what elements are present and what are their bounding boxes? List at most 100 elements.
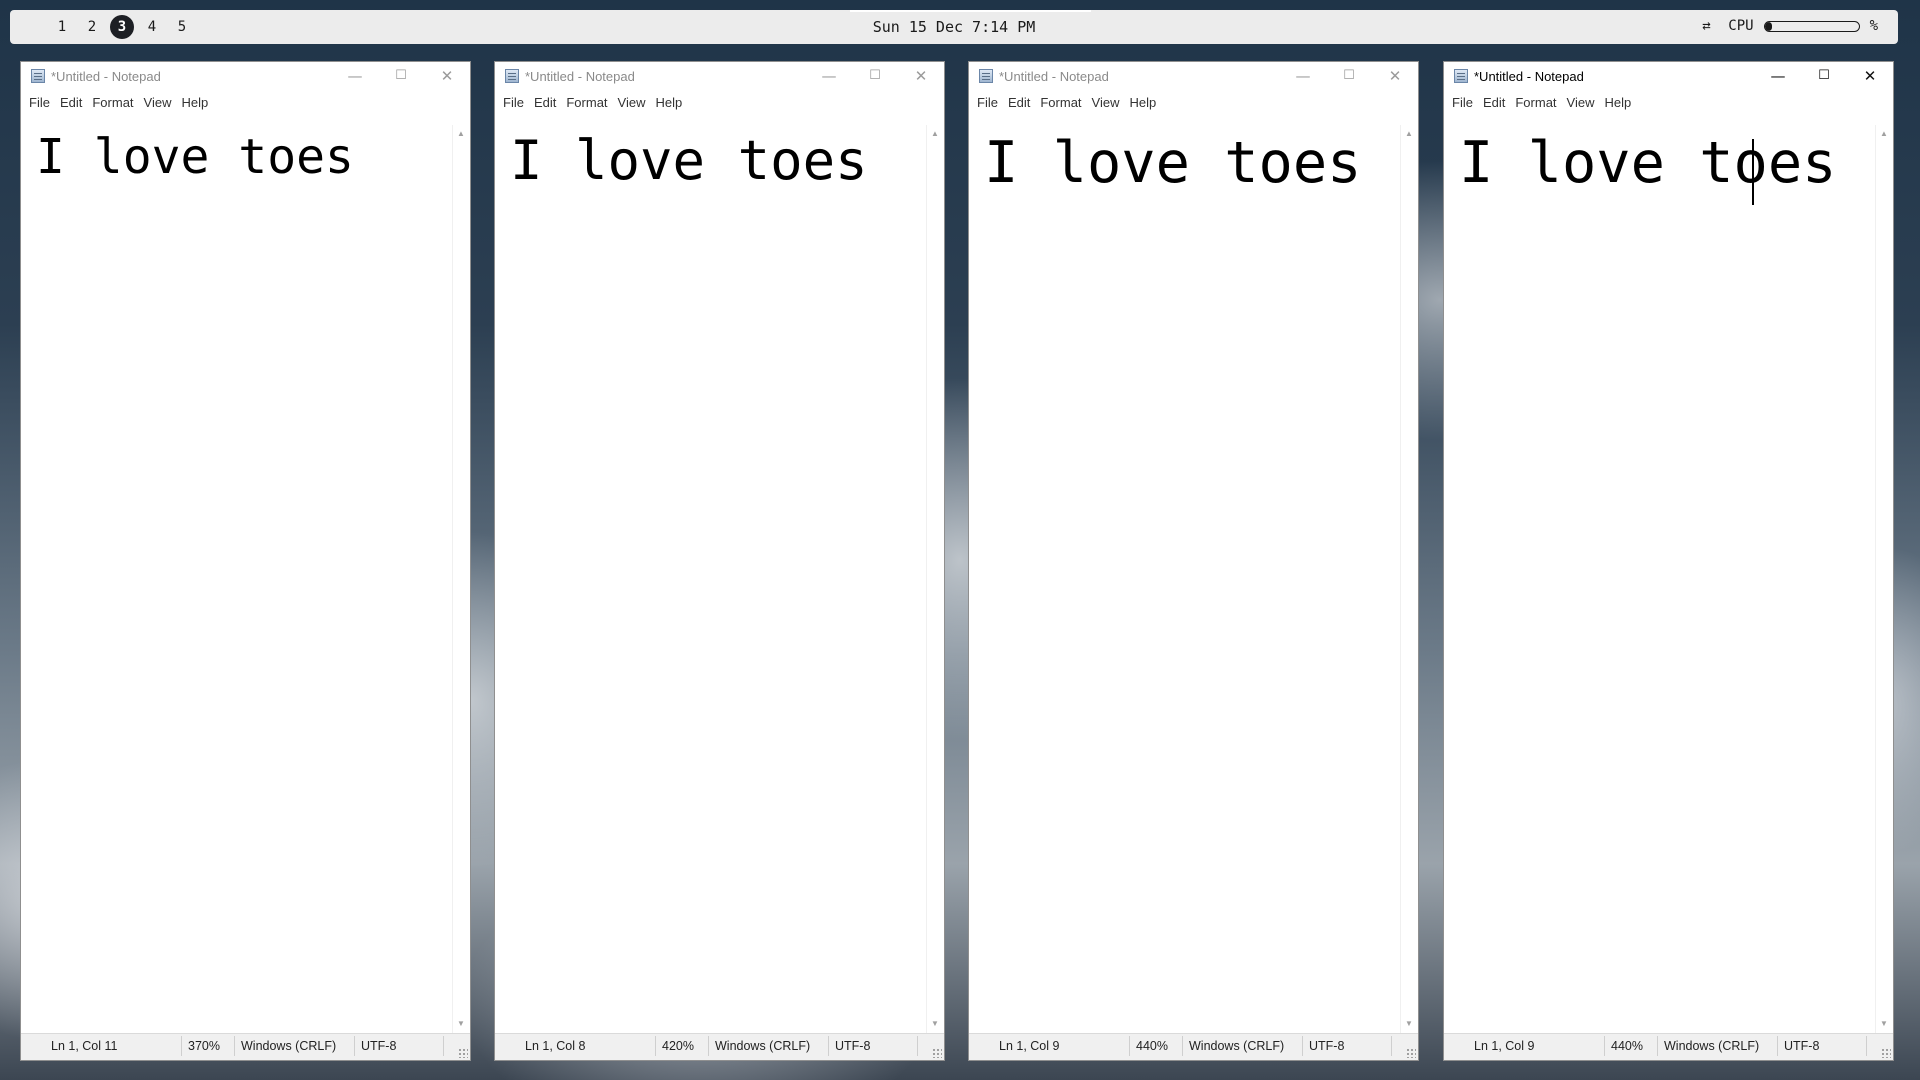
scroll-down-icon[interactable]: ▼ bbox=[1876, 1017, 1892, 1031]
cursor-position: Ln 1, Col 11 bbox=[51, 1039, 118, 1053]
menu-view[interactable]: View bbox=[1567, 91, 1603, 113]
resize-grip-icon[interactable] bbox=[932, 1048, 942, 1058]
close-icon[interactable]: ✕ bbox=[898, 62, 944, 90]
close-icon[interactable]: ✕ bbox=[1372, 62, 1418, 90]
status-divider bbox=[1604, 1036, 1605, 1056]
minimize-icon[interactable]: — bbox=[1755, 62, 1801, 90]
editor-content[interactable]: I love toes bbox=[36, 129, 354, 187]
status-divider bbox=[1657, 1036, 1658, 1056]
menu-help[interactable]: Help bbox=[655, 91, 690, 113]
notepad-icon[interactable] bbox=[505, 69, 519, 83]
menu-help[interactable]: Help bbox=[1129, 91, 1164, 113]
vertical-scrollbar[interactable]: ▲ ▼ bbox=[452, 125, 469, 1033]
text-editor[interactable]: I love toes bbox=[22, 125, 452, 1033]
cursor-position: Ln 1, Col 9 bbox=[999, 1039, 1060, 1053]
status-divider bbox=[354, 1036, 355, 1056]
clock[interactable]: Sun 15 Dec 7:14 PM bbox=[10, 18, 1898, 36]
minimize-icon[interactable]: — bbox=[332, 62, 378, 90]
title-bar[interactable]: *Untitled - Notepad — ☐ ✕ bbox=[21, 62, 470, 90]
window-title: *Untitled - Notepad bbox=[999, 69, 1109, 84]
title-bar[interactable]: *Untitled - Notepad — ☐ ✕ bbox=[1444, 62, 1893, 90]
close-icon[interactable]: ✕ bbox=[1847, 62, 1893, 90]
cpu-percent-symbol: % bbox=[1869, 18, 1878, 34]
menu-view[interactable]: View bbox=[1092, 91, 1128, 113]
status-divider bbox=[1302, 1036, 1303, 1056]
scroll-up-icon[interactable]: ▲ bbox=[1401, 127, 1417, 141]
maximize-icon[interactable]: ☐ bbox=[1801, 62, 1847, 90]
text-editor[interactable]: I love toes bbox=[970, 125, 1400, 1033]
line-ending: Windows (CRLF) bbox=[1189, 1039, 1285, 1053]
text-editor[interactable]: I love toes bbox=[496, 125, 926, 1033]
menu-file[interactable]: File bbox=[29, 91, 58, 113]
menu-bar: File Edit Format View Help bbox=[969, 91, 1418, 113]
menu-format[interactable]: Format bbox=[1040, 91, 1089, 113]
scroll-down-icon[interactable]: ▼ bbox=[1401, 1017, 1417, 1031]
minimize-icon[interactable]: — bbox=[1280, 62, 1326, 90]
resize-grip-icon[interactable] bbox=[1881, 1048, 1891, 1058]
status-divider bbox=[1391, 1036, 1392, 1056]
menu-edit[interactable]: Edit bbox=[1483, 91, 1513, 113]
editor-content[interactable]: I love toes bbox=[510, 129, 868, 194]
zoom-level: 440% bbox=[1136, 1039, 1168, 1053]
vertical-scrollbar[interactable]: ▲ ▼ bbox=[1400, 125, 1417, 1033]
notepad-icon[interactable] bbox=[31, 69, 45, 83]
zoom-level: 440% bbox=[1611, 1039, 1643, 1053]
top-bar: 1 2 3 4 5 Sun 15 Dec 7:14 PM ⇄ CPU % bbox=[10, 10, 1898, 44]
status-bar: Ln 1, Col 9 440% Windows (CRLF) UTF-8 bbox=[969, 1033, 1418, 1060]
line-ending: Windows (CRLF) bbox=[1664, 1039, 1760, 1053]
menu-edit[interactable]: Edit bbox=[60, 91, 90, 113]
scroll-up-icon[interactable]: ▲ bbox=[1876, 127, 1892, 141]
text-editor[interactable]: I love toes bbox=[1445, 125, 1875, 1033]
title-bar[interactable]: *Untitled - Notepad — ☐ ✕ bbox=[495, 62, 944, 90]
cursor-position: Ln 1, Col 9 bbox=[1474, 1039, 1535, 1053]
resize-grip-icon[interactable] bbox=[458, 1048, 468, 1058]
menu-view[interactable]: View bbox=[144, 91, 180, 113]
title-bar[interactable]: *Untitled - Notepad — ☐ ✕ bbox=[969, 62, 1418, 90]
scroll-up-icon[interactable]: ▲ bbox=[927, 127, 943, 141]
line-ending: Windows (CRLF) bbox=[241, 1039, 337, 1053]
menu-view[interactable]: View bbox=[618, 91, 654, 113]
scroll-down-icon[interactable]: ▼ bbox=[453, 1017, 469, 1031]
notepad-icon[interactable] bbox=[979, 69, 993, 83]
scroll-up-icon[interactable]: ▲ bbox=[453, 127, 469, 141]
menu-file[interactable]: File bbox=[503, 91, 532, 113]
menu-edit[interactable]: Edit bbox=[1008, 91, 1038, 113]
line-ending: Windows (CRLF) bbox=[715, 1039, 811, 1053]
topbar-highlight bbox=[850, 10, 1091, 12]
notepad-window-1[interactable]: *Untitled - Notepad — ☐ ✕ File Edit Form… bbox=[20, 61, 471, 1061]
minimize-icon[interactable]: — bbox=[806, 62, 852, 90]
swap-arrows-icon[interactable]: ⇄ bbox=[1702, 18, 1718, 34]
editor-content[interactable]: I love toes bbox=[984, 129, 1362, 197]
maximize-icon[interactable]: ☐ bbox=[852, 62, 898, 90]
menu-help[interactable]: Help bbox=[181, 91, 216, 113]
menu-edit[interactable]: Edit bbox=[534, 91, 564, 113]
cpu-usage-fill bbox=[1764, 21, 1773, 31]
resize-grip-icon[interactable] bbox=[1406, 1048, 1416, 1058]
notepad-icon[interactable] bbox=[1454, 69, 1468, 83]
maximize-icon[interactable]: ☐ bbox=[378, 62, 424, 90]
window-title: *Untitled - Notepad bbox=[1474, 69, 1584, 84]
menu-format[interactable]: Format bbox=[92, 91, 141, 113]
status-divider bbox=[917, 1036, 918, 1056]
menu-help[interactable]: Help bbox=[1604, 91, 1639, 113]
menu-file[interactable]: File bbox=[1452, 91, 1481, 113]
editor-content[interactable]: I love toes bbox=[1459, 129, 1837, 197]
maximize-icon[interactable]: ☐ bbox=[1326, 62, 1372, 90]
vertical-scrollbar[interactable]: ▲ ▼ bbox=[926, 125, 943, 1033]
notepad-window-3[interactable]: *Untitled - Notepad — ☐ ✕ File Edit Form… bbox=[968, 61, 1419, 1061]
system-tray: ⇄ CPU % bbox=[1702, 18, 1878, 34]
cursor-position: Ln 1, Col 8 bbox=[525, 1039, 586, 1053]
menu-format[interactable]: Format bbox=[566, 91, 615, 113]
menu-format[interactable]: Format bbox=[1515, 91, 1564, 113]
scroll-down-icon[interactable]: ▼ bbox=[927, 1017, 943, 1031]
menu-file[interactable]: File bbox=[977, 91, 1006, 113]
notepad-window-4[interactable]: *Untitled - Notepad — ☐ ✕ File Edit Form… bbox=[1443, 61, 1894, 1061]
menu-bar: File Edit Format View Help bbox=[1444, 91, 1893, 113]
status-divider bbox=[181, 1036, 182, 1056]
status-bar: Ln 1, Col 9 440% Windows (CRLF) UTF-8 bbox=[1444, 1033, 1893, 1060]
vertical-scrollbar[interactable]: ▲ ▼ bbox=[1875, 125, 1892, 1033]
status-divider bbox=[1777, 1036, 1778, 1056]
notepad-window-2[interactable]: *Untitled - Notepad — ☐ ✕ File Edit Form… bbox=[494, 61, 945, 1061]
encoding: UTF-8 bbox=[1309, 1039, 1345, 1053]
close-icon[interactable]: ✕ bbox=[424, 62, 470, 90]
